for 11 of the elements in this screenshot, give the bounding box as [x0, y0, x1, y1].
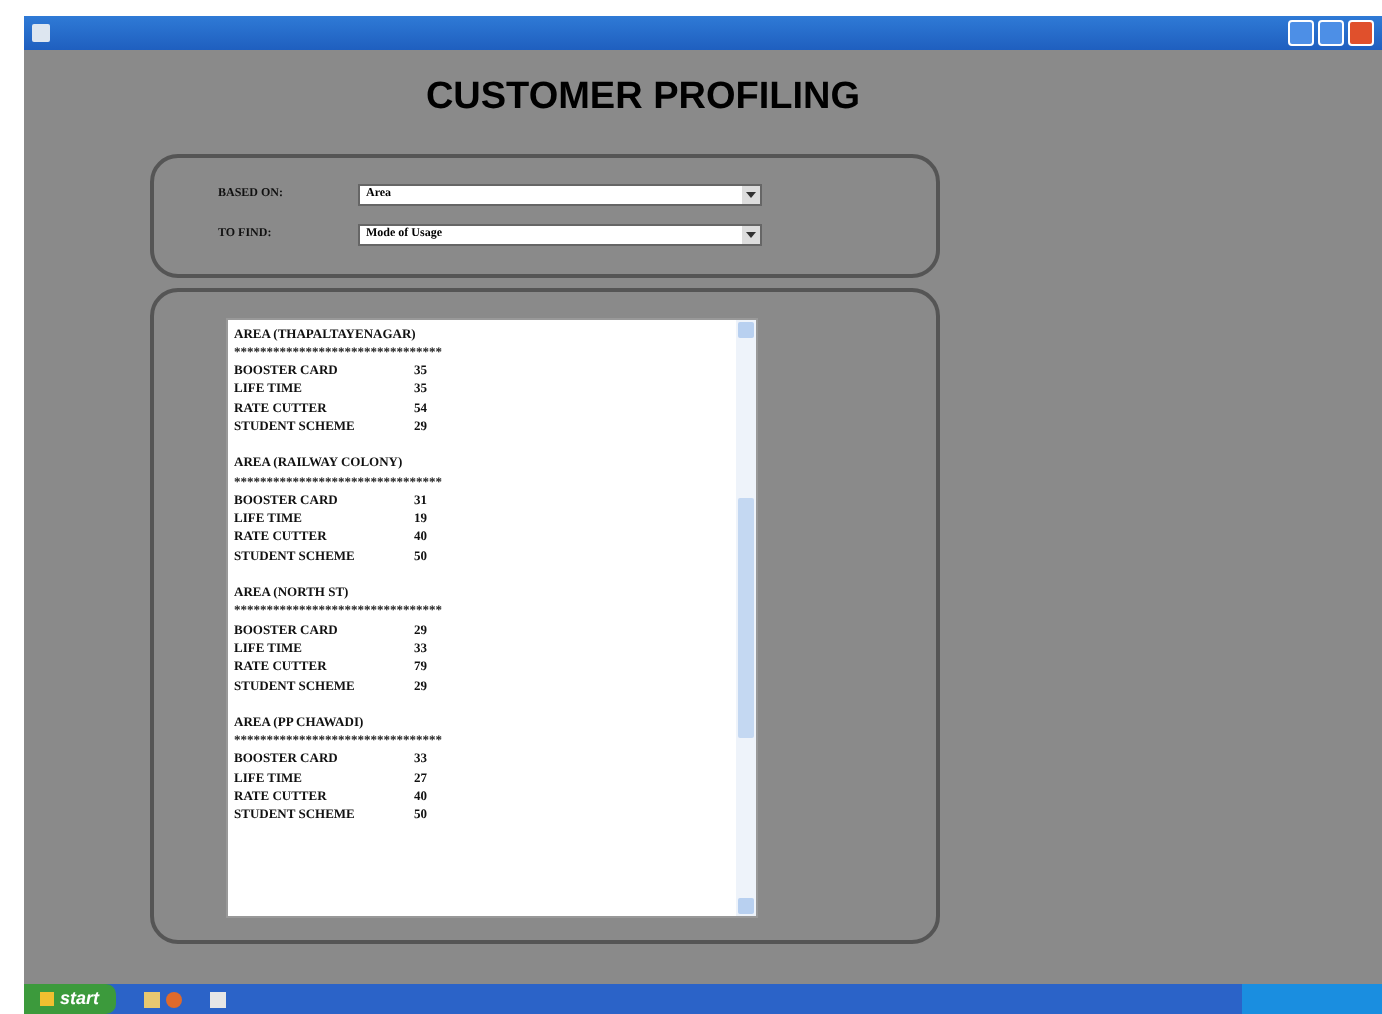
- page-title: CUSTOMER PROFILING: [423, 74, 863, 122]
- dropdown-arrow-icon: [742, 226, 760, 244]
- start-button[interactable]: start: [24, 984, 116, 1014]
- close-button[interactable]: [1348, 20, 1374, 46]
- windows-logo-icon: [40, 992, 54, 1006]
- system-tray: [1242, 984, 1382, 1014]
- app-icon: [32, 24, 50, 42]
- scrollbar[interactable]: [736, 319, 756, 915]
- report-text-area[interactable]: [226, 317, 758, 917]
- dropdown-arrow-icon: [742, 186, 760, 204]
- scroll-thumb[interactable]: [738, 497, 754, 737]
